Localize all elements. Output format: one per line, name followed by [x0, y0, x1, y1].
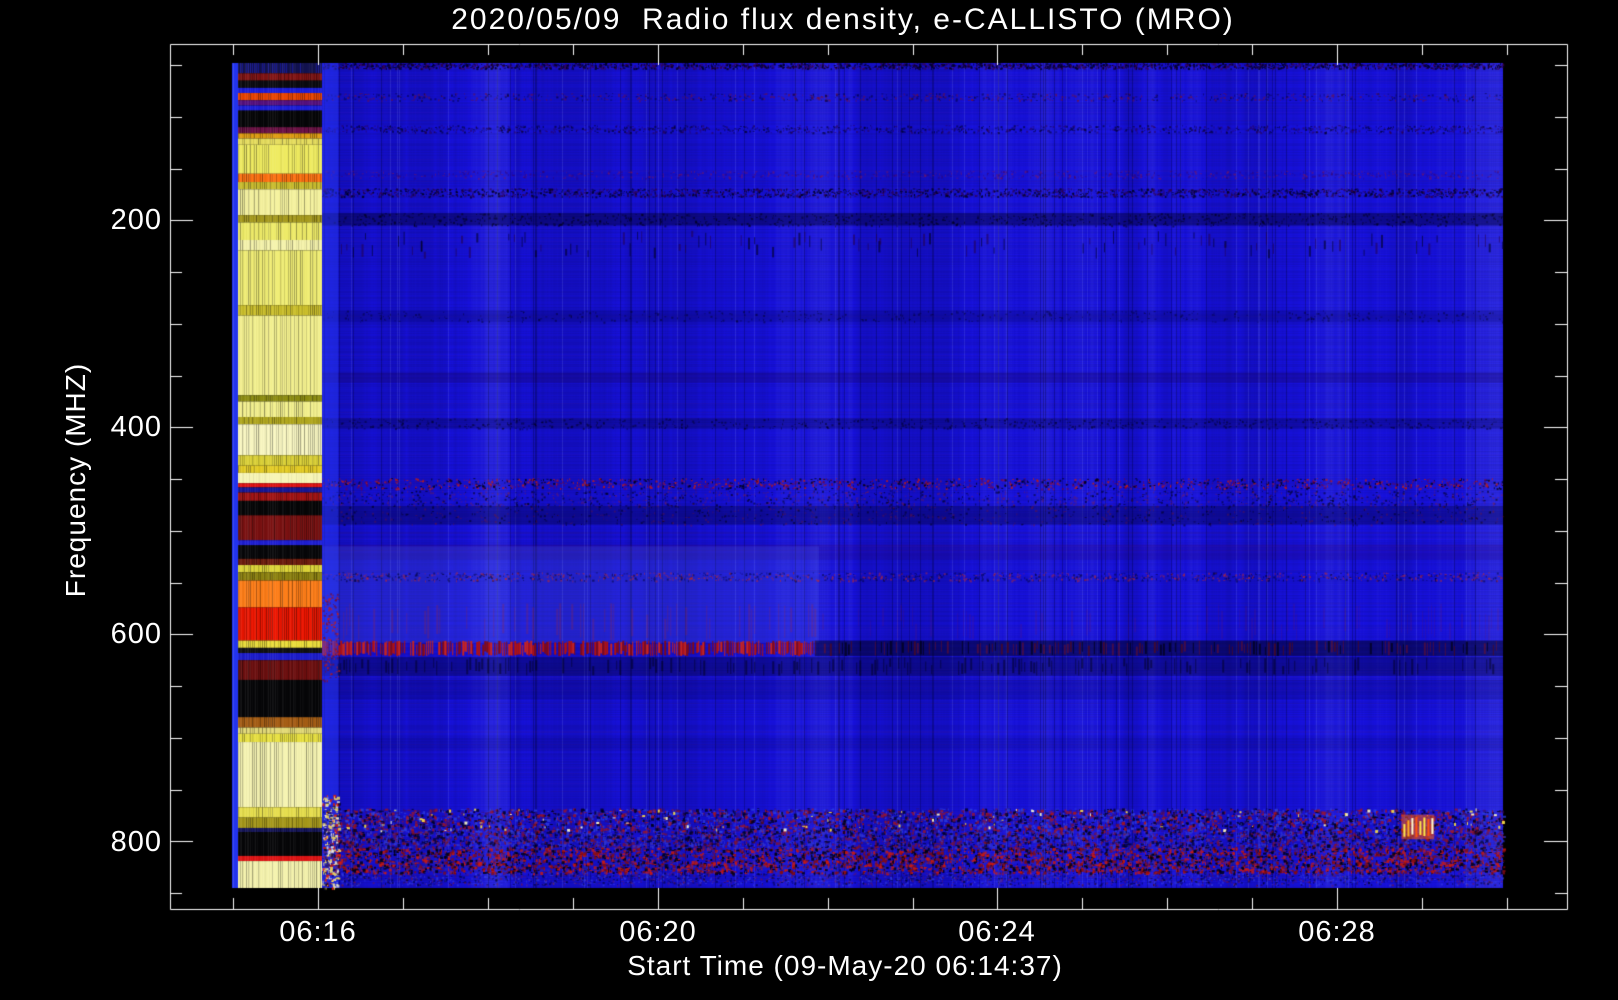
x-axis-title: Start Time (09-May-20 06:14:37)	[627, 950, 1063, 981]
spectrogram-window: 2020/05/09 Radio flux density, e-CALLIST…	[0, 0, 1618, 1000]
y-tick-label-200: 200	[110, 204, 162, 236]
y-axis-title: Frequency (MHZ)	[60, 362, 91, 598]
y-tick-label-400: 400	[110, 411, 162, 443]
x-tick-label-0616: 06:16	[279, 916, 357, 948]
x-tick-label-0620: 06:20	[619, 916, 697, 948]
x-tick-label-0624: 06:24	[958, 916, 1036, 948]
x-tick-label-0628: 06:28	[1298, 916, 1376, 948]
chart-title: 2020/05/09 Radio flux density, e-CALLIST…	[451, 3, 1235, 36]
spectrogram-canvas	[0, 0, 1618, 1000]
y-tick-label-600: 600	[110, 618, 162, 650]
y-tick-label-800: 800	[110, 826, 162, 858]
